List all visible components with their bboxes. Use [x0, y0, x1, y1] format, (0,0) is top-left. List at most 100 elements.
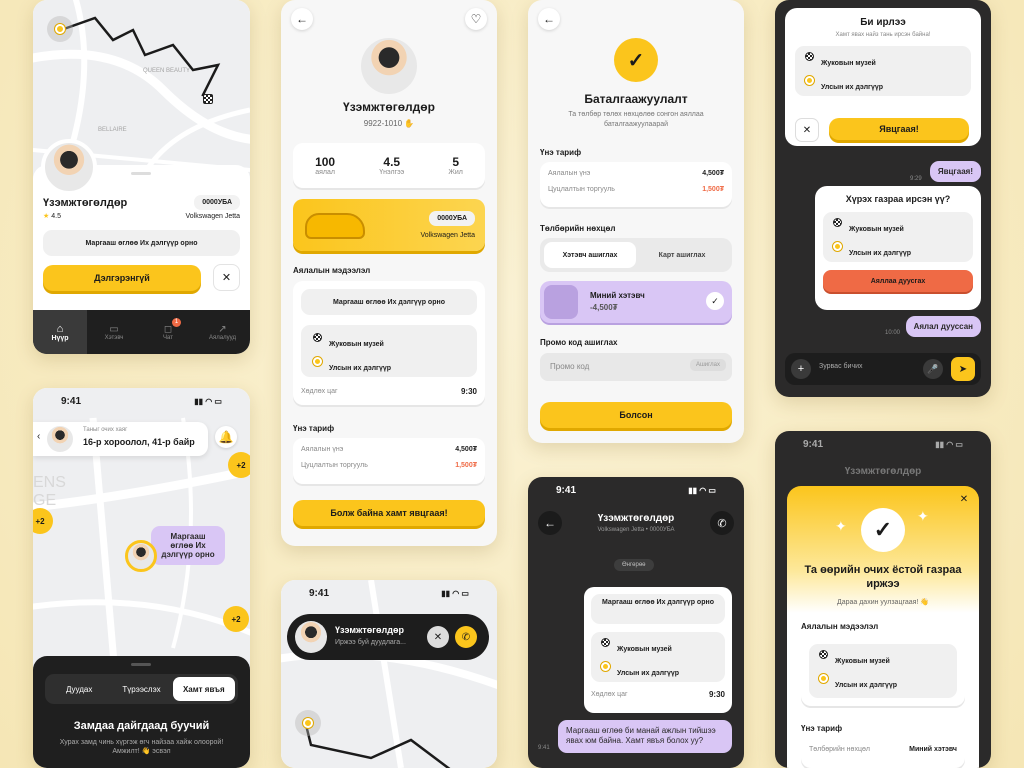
ride-sheet: Дуудах Түрээслэх Хамт явъя Замдаа дайгда…: [33, 656, 250, 768]
arrived-card: Би ирлээ Хамт явах найз тань ирсэн байна…: [785, 8, 981, 146]
phone-driver-profile: ← ♡ Үзэмжтөгөлдөр 9922-1010 ✋ 100 аялал 4…: [281, 0, 497, 546]
car-image: [305, 213, 365, 239]
status-bar: 9:41 ▮▮ ◠ ▭: [309, 587, 469, 599]
close-button[interactable]: ✕: [213, 264, 240, 291]
trip-info-card: Маргааш өглөө Их дэлгүүр орно Жуковын му…: [293, 281, 485, 405]
star-icon: ★: [43, 213, 50, 220]
address-card[interactable]: ‹ Таныг очих хаяг 16-р хороолол, 41-р ба…: [33, 422, 208, 456]
car-model: Volkswagen Jetta: [185, 212, 240, 220]
message-input[interactable]: Зурвас бичих: [819, 363, 863, 370]
sparkle-icon: ✦: [835, 518, 847, 534]
accept-call-button[interactable]: ✆: [455, 626, 477, 648]
close-button[interactable]: ✕: [795, 118, 819, 142]
route-from: Жуковын музей: [329, 341, 384, 348]
sparkle-icon: ✦: [917, 508, 929, 524]
check-icon: ✓: [614, 38, 658, 82]
price-card: Аялалын үнэ 4,500₮ Цуцлалтын торгууль 1,50…: [540, 162, 732, 207]
date-chip: Өнгөрөө: [614, 559, 654, 571]
wallet-option[interactable]: Миний хэтэвч -4,500₮ ✓: [540, 281, 732, 323]
stat-trips: 100: [315, 155, 336, 169]
details-button[interactable]: Дэлгэрэнгүй: [43, 264, 201, 291]
question-card: Хүрэх газраа ирсэн үү? Жуковын музей Улс…: [815, 186, 981, 310]
nav-item-home[interactable]: ⌂ Нүүр: [33, 310, 87, 354]
lets-go-button[interactable]: Явцгаая!: [829, 118, 969, 140]
start-pin: [47, 16, 73, 42]
grabber: [131, 172, 151, 175]
nav-item-trips[interactable]: ↗ Аялалууд: [195, 310, 250, 354]
price-card: Аялалын үнэ 4,500₮ Цуцлалтын торгууль 1,50…: [293, 438, 485, 484]
send-icon[interactable]: ➤: [951, 357, 975, 381]
wave-icon: ✋: [404, 119, 415, 128]
nav-item-chat[interactable]: ◻ 1 Чат: [141, 310, 195, 354]
phone-chat-driver: 9:41 ▮▮ ◠ ▭ ← Үзэмжтөгөлдөр Volkswagen Je…: [528, 477, 744, 768]
add-icon[interactable]: +: [791, 359, 811, 379]
confirm-ride-button[interactable]: Болж байна хамт явцгаая!: [293, 500, 485, 526]
plate-badge: 0000УБА: [194, 195, 240, 210]
route-box: Жуковын музей Улсын их дэлгүүр: [301, 325, 477, 377]
cluster-badge[interactable]: +2: [228, 452, 250, 478]
start-pin: [295, 710, 321, 736]
notification-button[interactable]: 🔔: [215, 426, 237, 448]
map[interactable]: [281, 580, 497, 768]
stats-card: 100 аялал 4.5 Үнэлгээ 5 Жил: [293, 143, 485, 188]
close-button[interactable]: ✕: [957, 492, 971, 506]
price-title: Үнэ тариф: [293, 424, 335, 433]
chat-bubble: Явцгаая!: [929, 161, 981, 182]
page-title: Баталгаажуулалт: [584, 92, 688, 106]
chat-badge: 1: [172, 318, 181, 327]
driver-card: Үзэмжтөгөлдөр 0000УБА ★ 4.5 Volkswagen J…: [33, 139, 250, 317]
back-icon: ‹: [37, 431, 41, 442]
phone-arrived: 9:41 ▮▮ ◠ ▭ Үзэмжтөгөлдөр ✕ ✦ ✦ ✓ Та өөри…: [775, 431, 991, 768]
payment-tabs: Хэтэвч ашиглах Карт ашиглах: [540, 238, 732, 272]
phone-map-ride: 9:41 ▮▮ ◠ ▭ ‹ Таныг очих хаяг 16-р хороол…: [33, 388, 250, 768]
driver-name: Үзэмжтөгөлдөр: [343, 100, 435, 114]
nav-item-wallet[interactable]: ▭ Хэтэвч: [87, 310, 141, 354]
plate-badge: 0000УБА: [429, 211, 475, 226]
finish-flag-icon: [313, 333, 322, 342]
avatar: [295, 621, 327, 653]
tab-rent[interactable]: Түрээслэх: [110, 677, 172, 701]
status-bar: 9:41 ▮▮ ◠ ▭: [61, 395, 222, 407]
map-roads: [281, 580, 497, 768]
done-button[interactable]: Болсон: [540, 402, 732, 428]
message-box: Маргааш өглөө Их дэлгүүр орно: [43, 230, 240, 256]
cluster-badge[interactable]: +2: [223, 606, 249, 632]
route-line: [304, 724, 451, 768]
wallet-icon: [544, 285, 578, 319]
call-button[interactable]: ✆: [710, 511, 734, 535]
tab-wallet[interactable]: Хэтэвч ашиглах: [544, 242, 636, 268]
apply-promo-button[interactable]: Ашиглах: [689, 359, 726, 371]
wallet-icon: ▭: [109, 323, 119, 335]
tab-call[interactable]: Дуудах: [48, 677, 110, 701]
back-button[interactable]: ←: [538, 8, 560, 30]
favorite-button[interactable]: ♡: [465, 8, 487, 30]
back-button[interactable]: ←: [291, 8, 313, 30]
avatar: [47, 426, 73, 452]
map-label: ENS GE: [33, 474, 66, 509]
end-trip-button[interactable]: Аяллаа дуусгах: [823, 270, 973, 292]
car-card: 0000УБА Volkswagen Jetta: [293, 199, 485, 251]
driver-name: Үзэмжтөгөлдөр: [43, 196, 128, 209]
mic-icon[interactable]: 🎤: [923, 359, 943, 379]
tab-carpool[interactable]: Хамт явъя: [172, 677, 235, 701]
promo-input[interactable]: Промо код Ашиглах: [540, 353, 732, 381]
tab-card[interactable]: Карт ашиглах: [636, 242, 728, 268]
rating: 4.5: [51, 213, 61, 220]
checkmark-icon: ✓: [706, 292, 724, 310]
user-pin[interactable]: [125, 540, 157, 572]
chat-input-bar: + Зурвас бичих 🎤 ➤: [785, 353, 981, 385]
decline-call-button[interactable]: ✕: [427, 626, 449, 648]
check-icon: ✓: [861, 508, 905, 552]
stat-years: 5: [452, 155, 459, 169]
trend-icon: ↗: [218, 323, 227, 335]
status-bar: 9:41 ▮▮ ◠ ▭: [803, 438, 963, 450]
fare: 4,500₮: [455, 446, 477, 453]
stat-rating: 4.5: [383, 155, 401, 169]
status-bar: 9:41 ▮▮ ◠ ▭: [556, 484, 716, 496]
call-pill: Үзэмжтөгөлдөр Иржээ буй дуудлага... ✕ ✆: [287, 614, 489, 660]
driver-phone: 9922-1010 ✋: [363, 119, 415, 128]
trip-info-title: Аялалын мэдээлэл: [293, 266, 371, 275]
home-icon: ⌂: [56, 322, 64, 335]
map-label: QUEEN BEAUTY: [143, 68, 191, 74]
chat-bubble: Маргааш өглөө би манай ажлын тийшээ явах…: [558, 720, 732, 753]
